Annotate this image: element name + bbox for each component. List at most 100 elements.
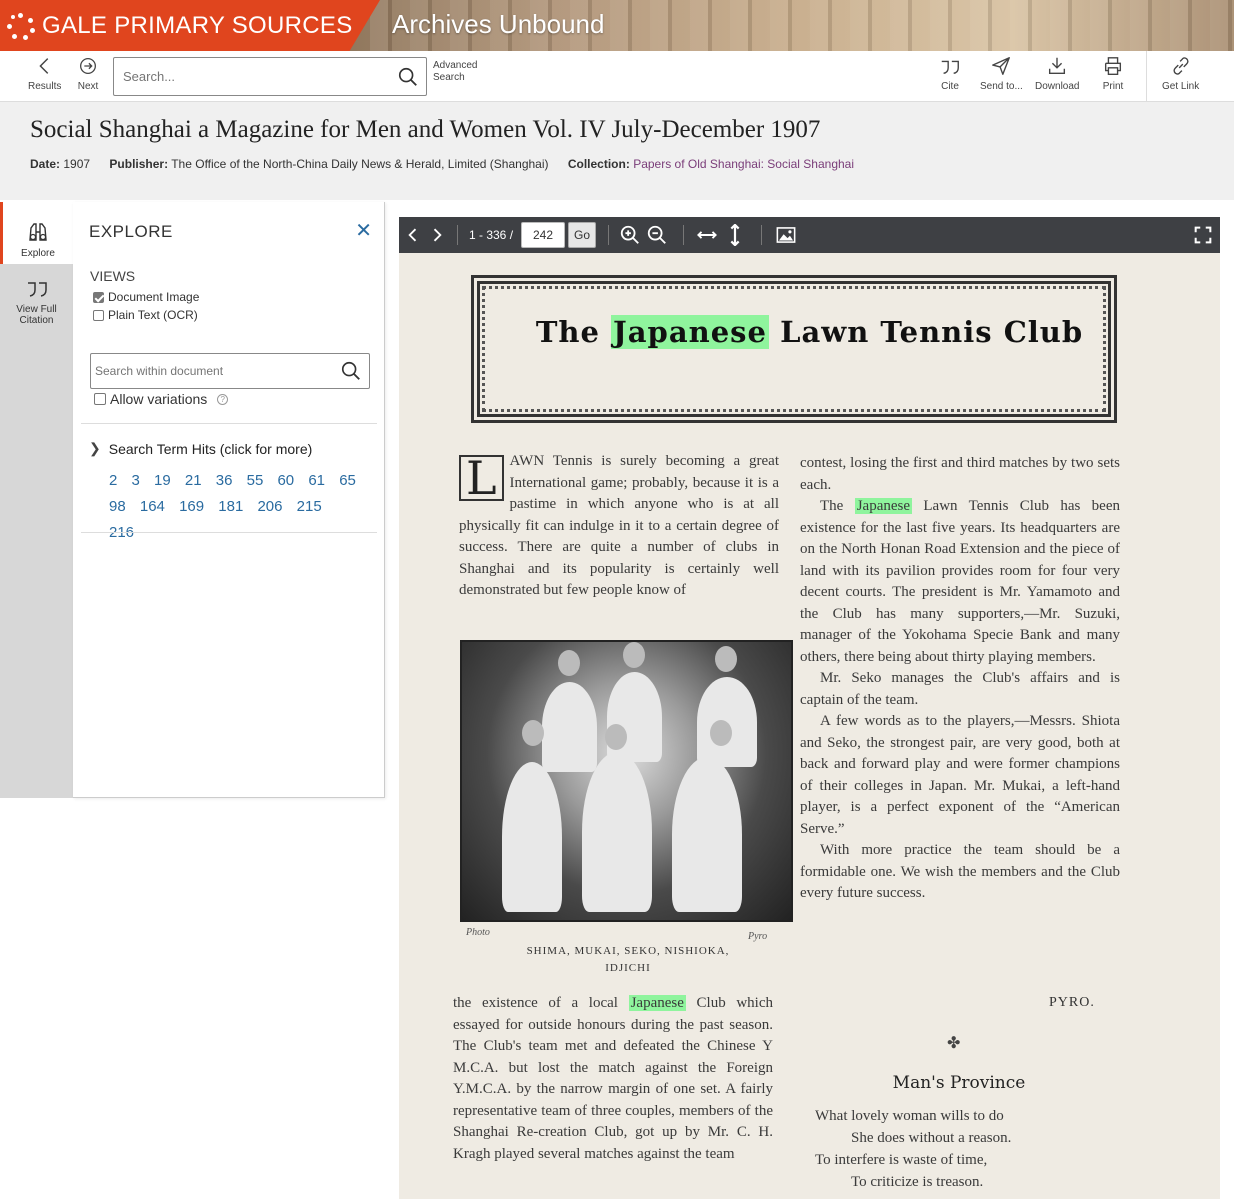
toolbar-separator bbox=[457, 225, 458, 245]
search-within-input[interactable] bbox=[91, 354, 335, 388]
hit-page-link[interactable]: 2 bbox=[109, 468, 117, 494]
advanced-search-line2: Search bbox=[433, 72, 465, 83]
hit-page-link[interactable]: 98 bbox=[109, 494, 126, 520]
cite-label: Cite bbox=[941, 81, 959, 92]
article-paragraph: Mr. Seko manages the Club's affairs and … bbox=[800, 670, 1120, 708]
article-title-post: Lawn Tennis Club bbox=[780, 315, 1084, 349]
collection-link[interactable]: Papers of Old Shanghai: Social Shanghai bbox=[633, 157, 854, 171]
download-icon bbox=[1049, 57, 1066, 75]
close-icon[interactable]: ✕ bbox=[355, 218, 372, 243]
checkbox-checked[interactable] bbox=[93, 291, 104, 303]
hit-page-link[interactable]: 61 bbox=[308, 468, 325, 494]
rail-explore-label: Explore bbox=[21, 248, 55, 259]
zoom-out-icon bbox=[647, 225, 666, 244]
send-to-label: Send to... bbox=[980, 81, 1023, 92]
search-icon[interactable] bbox=[397, 66, 419, 88]
photo-credit: Pyro bbox=[748, 931, 768, 942]
hit-page-link[interactable]: 215 bbox=[297, 494, 322, 520]
zoom-out-button[interactable] bbox=[645, 223, 669, 247]
hit-page-link[interactable]: 65 bbox=[339, 468, 356, 494]
article-title-pre: The bbox=[535, 315, 600, 349]
chevron-left-icon bbox=[39, 58, 48, 74]
fit-width-button[interactable] bbox=[693, 223, 721, 247]
search-within-box bbox=[90, 353, 370, 389]
download-button[interactable]: Download bbox=[1035, 55, 1079, 92]
hit-page-link[interactable]: 206 bbox=[257, 494, 282, 520]
search-icon[interactable] bbox=[340, 360, 362, 382]
page-number-input[interactable] bbox=[521, 222, 565, 248]
hit-page-link[interactable]: 19 bbox=[154, 468, 171, 494]
product-name: Archives Unbound bbox=[392, 9, 605, 39]
fit-height-button[interactable] bbox=[725, 223, 745, 247]
print-button[interactable]: Print bbox=[1102, 55, 1124, 92]
next-button[interactable]: Next bbox=[77, 55, 99, 92]
search-highlight: Japanese bbox=[611, 315, 769, 349]
fleuron-ornament: ✤ bbox=[947, 1035, 961, 1052]
photo-figure bbox=[542, 682, 597, 772]
printer-icon bbox=[1104, 57, 1122, 75]
photo-head bbox=[558, 650, 580, 676]
explore-panel: EXPLORE ✕ VIEWS Document Image Plain Tex… bbox=[73, 202, 385, 798]
hit-page-link[interactable]: 21 bbox=[185, 468, 202, 494]
checkbox-unchecked[interactable] bbox=[94, 393, 106, 405]
hit-page-link[interactable]: 3 bbox=[132, 468, 140, 494]
next-page-button[interactable] bbox=[427, 223, 447, 247]
drop-cap: L bbox=[459, 455, 504, 501]
rail-citation-line2: Citation bbox=[19, 315, 54, 326]
view-option-image-label: Document Image bbox=[108, 290, 200, 304]
ornamental-border bbox=[471, 275, 1117, 423]
toolbar-separator bbox=[608, 225, 609, 245]
cite-button[interactable]: Cite bbox=[939, 55, 961, 92]
checkbox-unchecked[interactable] bbox=[93, 309, 104, 321]
link-icon bbox=[1173, 57, 1189, 75]
hit-page-link[interactable]: 60 bbox=[277, 468, 294, 494]
zoom-in-button[interactable] bbox=[618, 223, 642, 247]
views-label: VIEWS bbox=[90, 268, 136, 284]
rail-tab-explore[interactable]: Explore bbox=[0, 202, 73, 264]
article-text: Club which essayed for outside honours d… bbox=[453, 995, 774, 1162]
article-text: the existence of a local bbox=[453, 995, 618, 1011]
poem-line: She does without a reason. bbox=[851, 1130, 1012, 1146]
advanced-search-link[interactable]: Advanced Search bbox=[433, 60, 477, 84]
hit-page-link[interactable]: 55 bbox=[247, 468, 264, 494]
results-button[interactable]: Results bbox=[28, 55, 61, 92]
article-paragraph: With more practice the team should be a … bbox=[800, 842, 1120, 901]
date-label: Date: bbox=[30, 157, 61, 171]
search-hits-heading: Search Term Hits (click for more) bbox=[108, 440, 313, 457]
fullscreen-button[interactable] bbox=[1192, 223, 1214, 247]
toolbar-separator bbox=[683, 225, 684, 245]
go-button[interactable]: Go bbox=[568, 222, 596, 248]
chevron-right-icon bbox=[433, 228, 442, 242]
gale-logo-icon bbox=[6, 11, 36, 41]
view-option-ocr-label: Plain Text (OCR) bbox=[108, 308, 198, 322]
document-header: Social Shanghai a Magazine for Men and W… bbox=[0, 102, 1234, 200]
view-option-document-image[interactable]: Document Image bbox=[93, 290, 199, 304]
collection-label: Collection: bbox=[567, 157, 630, 171]
article-text: The bbox=[820, 498, 844, 514]
hit-page-link[interactable]: 216 bbox=[109, 520, 134, 546]
rail-tab-citation[interactable]: View Full Citation bbox=[0, 276, 73, 336]
get-link-button[interactable]: Get Link bbox=[1162, 55, 1199, 92]
photo-head bbox=[715, 646, 737, 672]
help-icon[interactable]: ? bbox=[217, 393, 229, 405]
image-options-button[interactable] bbox=[772, 223, 800, 247]
advanced-search-line1: Advanced bbox=[433, 60, 478, 71]
brand-logo-area[interactable]: GALE PRIMARY SOURCES bbox=[0, 0, 380, 51]
allow-variations-option[interactable]: Allow variations ? bbox=[94, 391, 229, 407]
hit-page-link[interactable]: 169 bbox=[179, 494, 204, 520]
document-page-image[interactable]: The Japanese Lawn Tennis Club L AWN Tenn… bbox=[399, 253, 1220, 1199]
zoom-in-icon bbox=[620, 225, 639, 244]
poem-line: To criticize is treason. bbox=[851, 1174, 984, 1190]
hit-page-link[interactable]: 36 bbox=[216, 468, 233, 494]
publisher-label: Publisher: bbox=[109, 157, 169, 171]
send-to-button[interactable]: Send to... bbox=[980, 55, 1023, 92]
search-input[interactable] bbox=[114, 58, 394, 95]
hit-page-link[interactable]: 181 bbox=[218, 494, 243, 520]
chevron-right-icon: ❯ bbox=[89, 440, 101, 456]
article-text: Lawn Tennis Club has been existence for … bbox=[800, 498, 1121, 665]
next-label: Next bbox=[77, 81, 99, 92]
hit-page-link[interactable]: 164 bbox=[140, 494, 165, 520]
previous-page-button[interactable] bbox=[403, 223, 423, 247]
view-option-plain-text[interactable]: Plain Text (OCR) bbox=[93, 308, 198, 322]
search-hits-toggle[interactable]: ❯ Search Term Hits (click for more) bbox=[89, 440, 312, 457]
